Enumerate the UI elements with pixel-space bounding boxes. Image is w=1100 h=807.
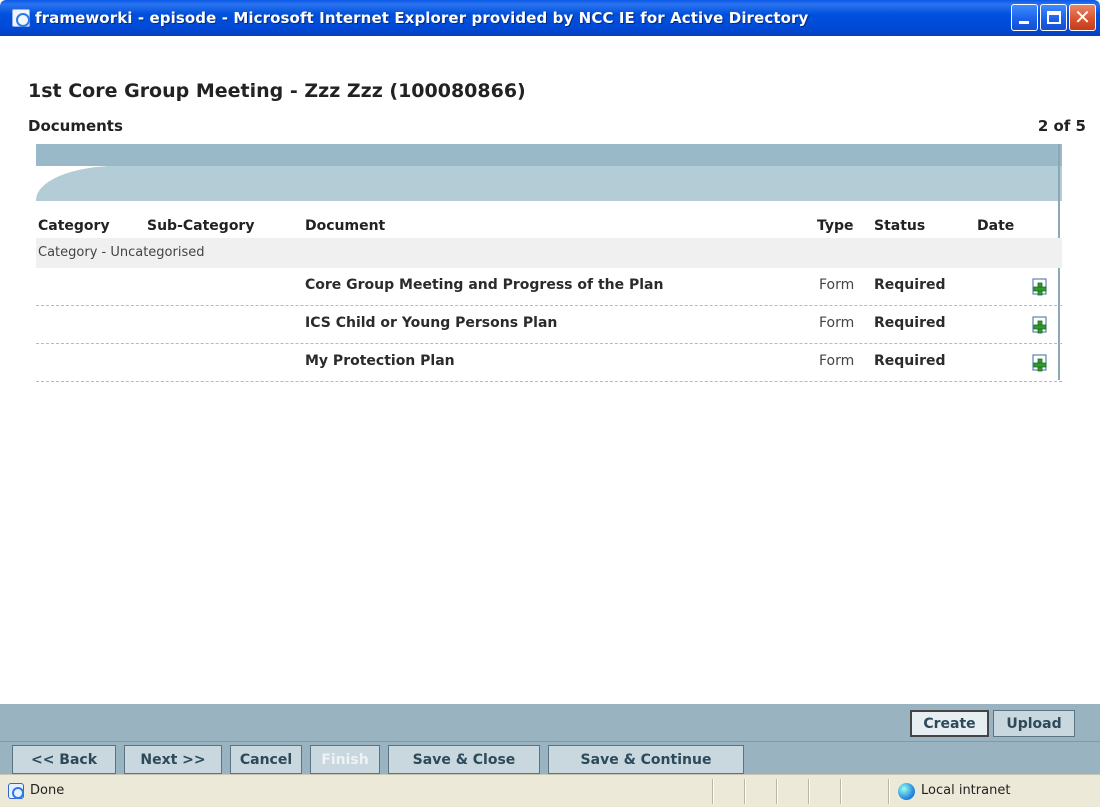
table-row[interactable]: Core Group Meeting and Progress of the P… <box>36 268 1062 306</box>
page-done-icon <box>8 783 24 799</box>
local-intranet-icon <box>898 783 915 800</box>
table-row[interactable]: ICS Child or Young Persons Plan Form Req… <box>36 306 1062 344</box>
document-status: Required <box>874 315 946 331</box>
window-title: frameworki - episode - Microsoft Interne… <box>35 9 809 27</box>
category-group-label: Category - Uncategorised <box>38 245 205 260</box>
section-title: Documents <box>28 117 123 135</box>
status-separator <box>712 779 713 804</box>
document-name[interactable]: Core Group Meeting and Progress of the P… <box>305 277 663 293</box>
column-status[interactable]: Status <box>874 218 925 234</box>
maximize-icon <box>1047 11 1061 24</box>
document-status: Required <box>874 353 946 369</box>
document-type: Form <box>819 353 855 369</box>
status-separator <box>888 779 889 804</box>
add-document-icon[interactable] <box>1032 316 1049 334</box>
panel-header-band <box>36 144 1062 166</box>
cancel-button[interactable]: Cancel <box>230 745 302 774</box>
minimize-button[interactable] <box>1011 4 1038 31</box>
status-separator <box>776 779 777 804</box>
status-separator <box>744 779 745 804</box>
add-document-icon[interactable] <box>1032 354 1049 372</box>
save-close-button[interactable]: Save & Close <box>388 745 540 774</box>
security-zone-label: Local intranet <box>921 783 1011 798</box>
close-icon: ✕ <box>1074 5 1091 29</box>
create-button[interactable]: Create <box>910 710 989 737</box>
column-sub-category[interactable]: Sub-Category <box>147 218 254 234</box>
browser-status-bar: Done Local intranet <box>0 774 1100 807</box>
save-continue-button[interactable]: Save & Continue <box>548 745 744 774</box>
table-row[interactable]: My Protection Plan Form Required <box>36 344 1062 382</box>
action-bar: Create Upload <box>0 704 1100 741</box>
document-type: Form <box>819 277 855 293</box>
panel-header-curve <box>36 166 1062 201</box>
status-separator <box>840 779 841 804</box>
wizard-nav-bar: << Back Next >> Cancel Finish Save & Clo… <box>0 741 1100 774</box>
back-button[interactable]: << Back <box>12 745 116 774</box>
table-header: Category Sub-Category Document Type Stat… <box>0 214 1100 238</box>
minimize-icon <box>1019 21 1029 24</box>
document-type: Form <box>819 315 855 331</box>
column-type[interactable]: Type <box>817 218 854 234</box>
maximize-button[interactable] <box>1040 4 1067 31</box>
page-counter: 2 of 5 <box>1037 117 1086 135</box>
column-document[interactable]: Document <box>305 218 385 234</box>
internet-explorer-icon <box>12 9 30 27</box>
document-status: Required <box>874 277 946 293</box>
add-document-icon[interactable] <box>1032 278 1049 296</box>
document-name[interactable]: My Protection Plan <box>305 353 455 369</box>
close-button[interactable]: ✕ <box>1069 4 1096 31</box>
next-button[interactable]: Next >> <box>124 745 222 774</box>
column-category[interactable]: Category <box>38 218 110 234</box>
window-controls: ✕ <box>1011 4 1096 31</box>
category-group-row: Category - Uncategorised <box>36 238 1062 268</box>
status-text: Done <box>30 783 65 798</box>
page-title: 1st Core Group Meeting - Zzz Zzz (100080… <box>28 80 526 102</box>
finish-button: Finish <box>310 745 380 774</box>
column-date[interactable]: Date <box>977 218 1014 234</box>
panel-header <box>36 144 1062 201</box>
status-separator <box>808 779 809 804</box>
upload-button[interactable]: Upload <box>993 710 1075 737</box>
window-title-bar[interactable]: frameworki - episode - Microsoft Interne… <box>0 0 1100 36</box>
document-name[interactable]: ICS Child or Young Persons Plan <box>305 315 557 331</box>
